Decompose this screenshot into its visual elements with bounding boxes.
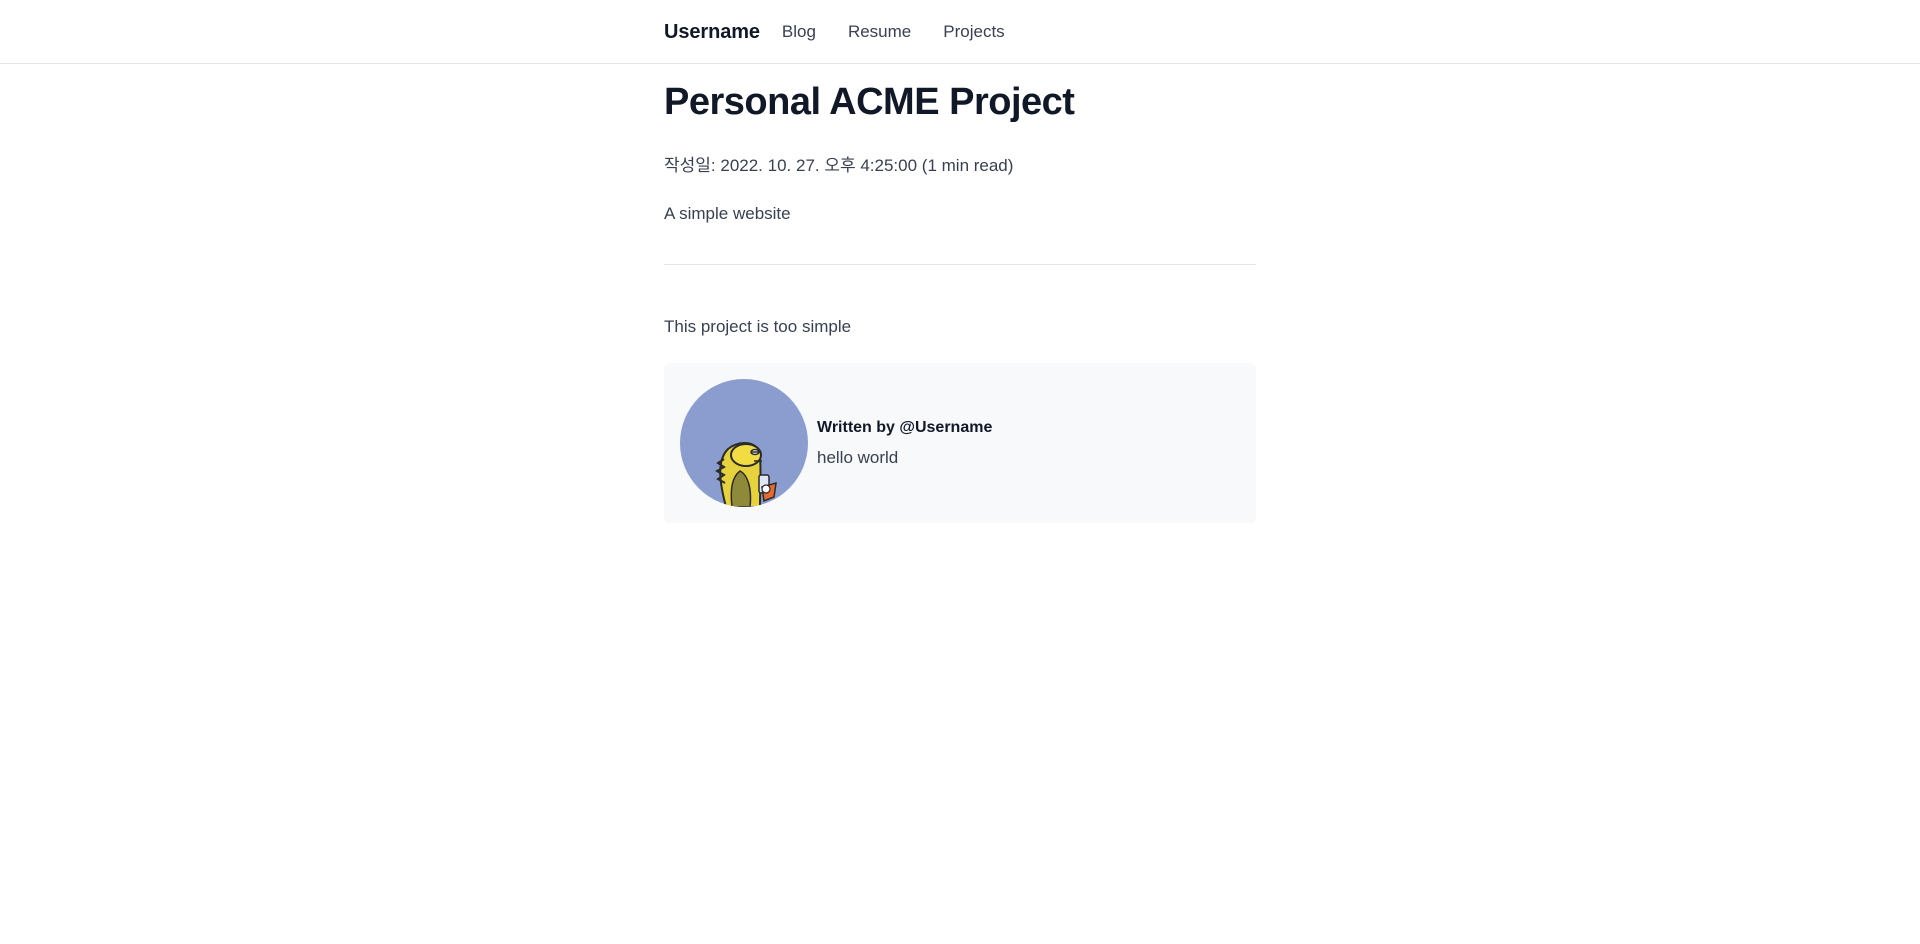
nav-link-projects[interactable]: Projects [943, 22, 1004, 42]
author-name: Written by @Username [817, 419, 993, 436]
avatar [680, 379, 808, 507]
top-navigation-bar: Username Blog Resume Projects [0, 0, 1920, 64]
post-body: This project is too simple [664, 317, 852, 336]
author-info: Written by @Username hello world [817, 417, 992, 469]
avatar-fish-illustration-icon [714, 442, 777, 507]
divider [664, 264, 1256, 265]
post-content: Personal ACME Project 작성일: 2022. 10. 27.… [664, 64, 1256, 523]
author-card: Written by @Username hello world [664, 363, 1256, 523]
post-description: A simple website [664, 204, 791, 223]
nav-link-blog[interactable]: Blog [782, 22, 816, 42]
nav-link-resume[interactable]: Resume [848, 22, 911, 42]
post-date: 작성일: 2022. 10. 27. 오후 4:25:00 (1 min rea… [664, 156, 1014, 175]
author-bio: hello world [817, 448, 899, 467]
brand-home-link[interactable]: Username [664, 21, 760, 44]
nav-links: Username Blog Resume Projects [664, 0, 1037, 64]
post-title: Personal ACME Project [664, 81, 1075, 123]
